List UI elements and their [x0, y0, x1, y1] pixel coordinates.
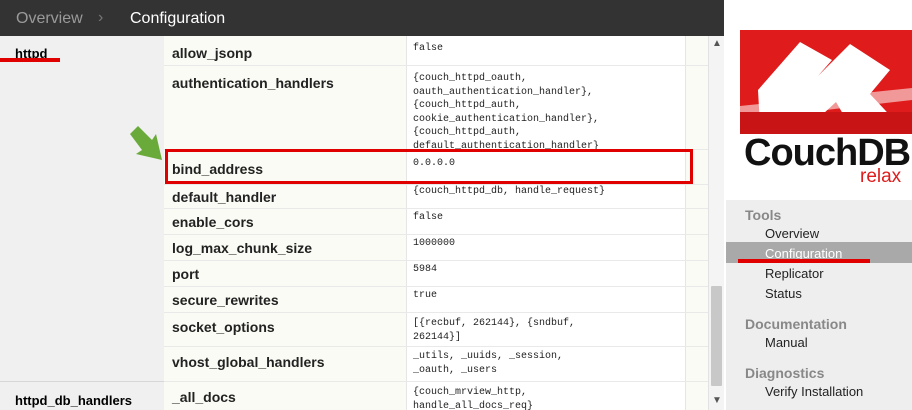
- diagnostics-heading: Diagnostics: [745, 365, 825, 381]
- chevron-right-icon: ›: [98, 9, 104, 26]
- option-value: {couch_httpd_oauth, oauth_authentication…: [413, 73, 600, 149]
- option-key: allow_jsonp: [172, 45, 253, 61]
- option-value-cell[interactable]: 1000000: [406, 235, 686, 260]
- option-key: log_max_chunk_size: [172, 240, 313, 256]
- sidebar-item-verify-installation[interactable]: Verify Installation: [765, 384, 863, 399]
- scroll-thumb[interactable]: [711, 286, 722, 386]
- option-value: 5984: [413, 264, 438, 275]
- option-value-cell[interactable]: {couch_mrview_http, handle_all_docs_req}: [406, 382, 686, 410]
- logo[interactable]: CouchDB relax: [726, 0, 912, 200]
- couchdb-logo-icon: [740, 30, 912, 134]
- option-value: 1000000: [413, 238, 456, 249]
- annotation-arrow-icon: [130, 126, 162, 160]
- option-key: _all_docs: [172, 389, 236, 405]
- scroll-down-icon[interactable]: ▼: [712, 395, 722, 406]
- option-value-cell[interactable]: {couch_httpd_db, handle_request}: [406, 185, 686, 208]
- option-key: enable_cors: [172, 214, 254, 230]
- option-key: vhost_global_handlers: [172, 354, 325, 370]
- sidebar: CouchDB relax Tools Overview Configurati…: [726, 0, 912, 410]
- breadcrumb-overview[interactable]: Overview: [16, 10, 83, 28]
- option-value: false: [413, 43, 444, 54]
- page-title: Configuration: [130, 10, 226, 27]
- annotation-underline-httpd: [0, 58, 60, 62]
- table-row: _all_docs {couch_mrview_http, handle_all…: [164, 382, 708, 410]
- option-value: false: [413, 212, 444, 223]
- annotation-underline-configuration: [738, 259, 870, 263]
- section-item-httpd[interactable]: httpd: [0, 36, 164, 382]
- table-row: socket_options [{recbuf, 262144}, {sndbu…: [164, 313, 708, 347]
- option-key: secure_rewrites: [172, 292, 279, 308]
- table-row: default_handler {couch_httpd_db, handle_…: [164, 185, 708, 209]
- option-value-cell[interactable]: [{recbuf, 262144}, {sndbuf, 262144}]: [406, 313, 686, 346]
- annotation-highlight-bind-address: [165, 149, 693, 184]
- section-list: httpd httpd_db_handlers: [0, 36, 164, 410]
- option-value-cell[interactable]: true: [406, 287, 686, 312]
- sidebar-item-status[interactable]: Status: [765, 286, 802, 301]
- table-row: allow_jsonp false: [164, 36, 708, 66]
- table-row: log_max_chunk_size 1000000: [164, 235, 708, 261]
- option-value-cell[interactable]: _utils, _uuids, _session, _oauth, _users: [406, 347, 686, 381]
- option-key: socket_options: [172, 319, 275, 335]
- tools-heading: Tools: [745, 207, 782, 223]
- option-value: _utils, _uuids, _session, _oauth, _users: [413, 351, 564, 376]
- options-table: allow_jsonp false authentication_handler…: [164, 36, 708, 410]
- option-value: true: [413, 290, 438, 301]
- scroll-up-icon[interactable]: ▲: [712, 38, 722, 49]
- option-value: {couch_httpd_db, handle_request}: [413, 186, 606, 197]
- option-value: [{recbuf, 262144}, {sndbuf, 262144}]: [413, 318, 576, 343]
- option-value-cell[interactable]: 5984: [406, 261, 686, 286]
- section-item-httpd-db-handlers[interactable]: httpd_db_handlers: [0, 382, 164, 410]
- scrollbar[interactable]: ▲ ▼: [708, 36, 724, 410]
- table-row: authentication_handlers {couch_httpd_oau…: [164, 66, 708, 150]
- table-row: vhost_global_handlers _utils, _uuids, _s…: [164, 347, 708, 382]
- sidebar-item-overview[interactable]: Overview: [765, 226, 819, 241]
- table-row: enable_cors false: [164, 209, 708, 235]
- option-value-cell[interactable]: false: [406, 36, 686, 65]
- option-value: {couch_mrview_http, handle_all_docs_req}: [413, 387, 534, 410]
- table-row: secure_rewrites true: [164, 287, 708, 313]
- option-key: authentication_handlers: [172, 75, 334, 91]
- option-key: port: [172, 266, 200, 282]
- brand-tagline: relax: [860, 166, 902, 187]
- table-row: port 5984: [164, 261, 708, 287]
- option-key: default_handler: [172, 189, 277, 205]
- option-value-cell[interactable]: {couch_httpd_oauth, oauth_authentication…: [406, 66, 686, 149]
- option-value-cell[interactable]: false: [406, 209, 686, 234]
- sidebar-item-manual[interactable]: Manual: [765, 335, 808, 350]
- documentation-heading: Documentation: [745, 316, 847, 332]
- sidebar-item-replicator[interactable]: Replicator: [765, 266, 824, 281]
- top-bar: Overview › Configuration: [0, 0, 724, 36]
- section-label: httpd_db_handlers: [15, 393, 133, 408]
